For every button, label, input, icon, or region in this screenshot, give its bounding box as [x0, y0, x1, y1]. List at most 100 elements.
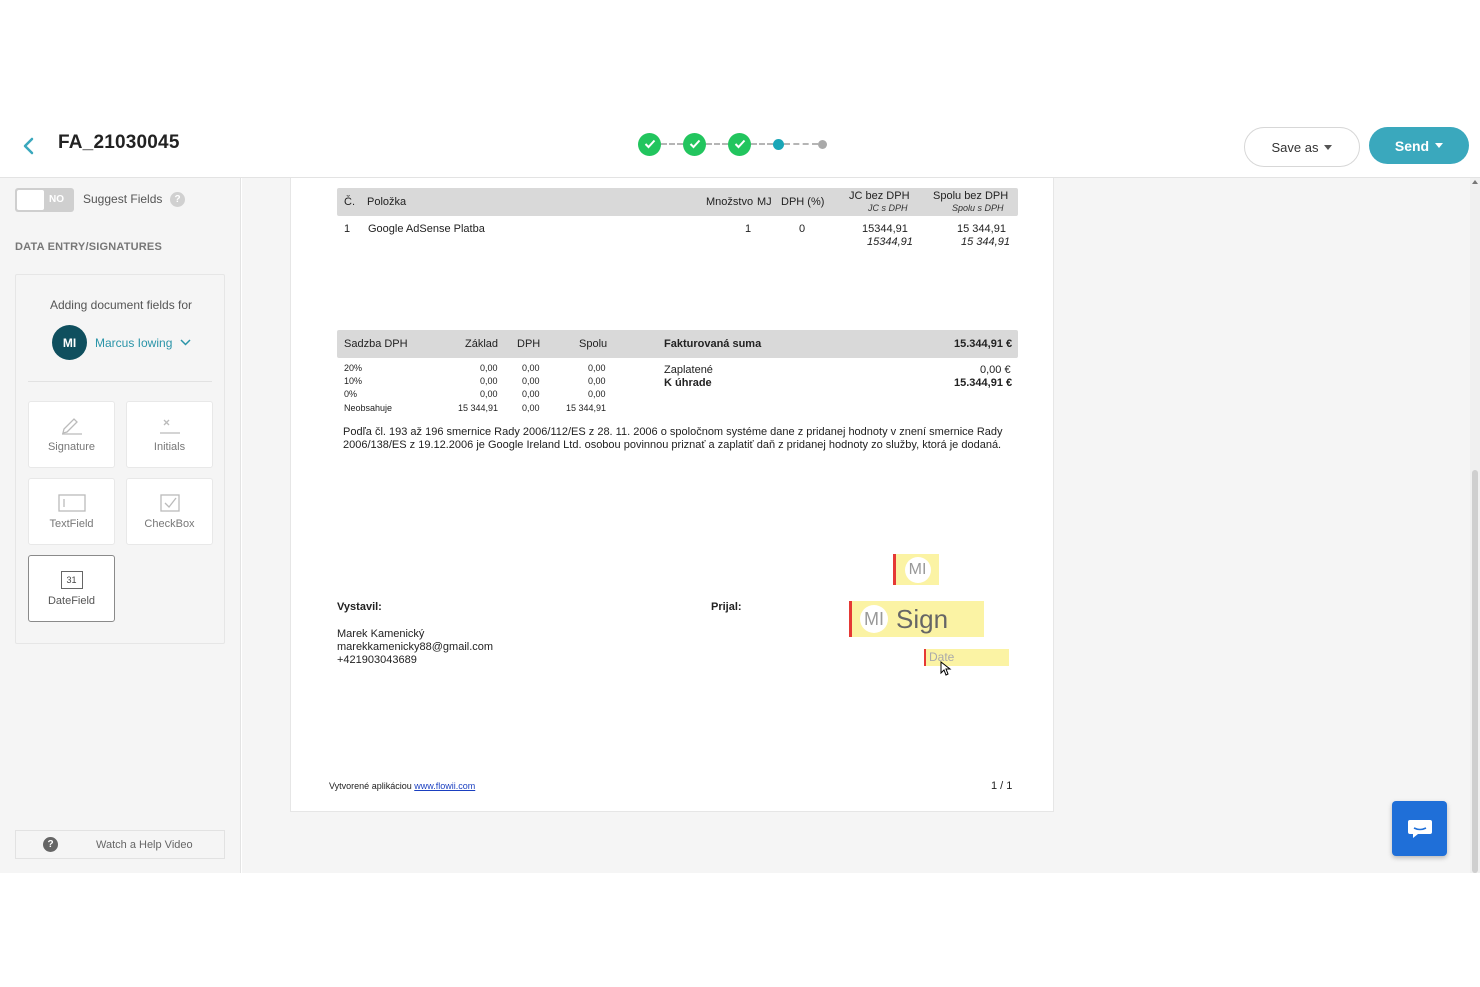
col-header: MJ: [757, 196, 772, 208]
checkbox-tool-button[interactable]: CheckBox: [126, 478, 213, 545]
table-cell: 1: [745, 223, 752, 235]
page-number: 1 / 1: [991, 780, 1013, 792]
footer-link[interactable]: www.flowii.com: [414, 781, 475, 791]
table-cell: 0,00: [522, 376, 540, 386]
issued-by-label: Vystavil:: [337, 601, 382, 613]
fields-panel: Adding document fields for MI Marcus Iow…: [15, 274, 225, 644]
question-icon: ?: [43, 837, 58, 852]
checkbox-icon: [159, 493, 180, 512]
due-label: K úhrade: [664, 377, 712, 389]
calendar-icon: 31: [60, 570, 83, 589]
sign-label: Sign: [896, 603, 949, 634]
suggest-fields-toggle[interactable]: NO: [15, 188, 74, 212]
date-placeholder[interactable]: Date: [924, 649, 1009, 666]
chat-button[interactable]: [1392, 801, 1447, 856]
vat-rate: Neobsahuje: [344, 403, 393, 413]
sidebar: NO Suggest Fields ? DATA ENTRY/SIGNATURE…: [0, 178, 241, 873]
scroll-thumb[interactable]: [1472, 470, 1478, 873]
due-value: 15.344,91 €: [954, 377, 1013, 389]
document-canvas: Č. Položka Množstvo MJ DPH (%) JC bez DP…: [242, 178, 1470, 873]
divider: [28, 381, 212, 382]
step-2-complete-icon: [683, 132, 706, 156]
initials-placeholder[interactable]: MI: [893, 554, 939, 585]
tool-label: Signature: [47, 440, 96, 453]
issuer-contact: Marek Kamenický marekkamenicky88@gmail.c…: [337, 628, 493, 667]
step-5-pending: [818, 139, 827, 149]
col-header: Sadzba DPH: [344, 338, 408, 350]
tool-label: TextField: [49, 517, 94, 530]
table-cell: 15 344,91: [566, 403, 607, 413]
invoiced-sum-label: Fakturovaná suma: [664, 338, 762, 350]
step-connector: [751, 143, 773, 145]
scroll-up-arrow-icon[interactable]: [1472, 180, 1478, 184]
tool-label: Initials: [153, 440, 186, 453]
chevron-down-icon: [1435, 143, 1444, 148]
signature-placeholder[interactable]: MI Sign: [849, 601, 984, 637]
step-1-complete-icon: [638, 132, 661, 156]
app-window: FA_21030045 Save as Send NO Suggest Fiel…: [0, 0, 1480, 987]
table-cell: 1: [344, 223, 351, 235]
step-3-complete-icon: [728, 132, 751, 156]
table-cell: 15344,91: [862, 223, 908, 235]
col-subheader: JC s DPH: [868, 203, 908, 213]
step-connector: [706, 143, 728, 145]
chat-bubble-icon: [1407, 819, 1432, 838]
step-connector: [784, 143, 818, 145]
table-cell: 0,00: [480, 376, 498, 386]
table-cell: 15 344,91: [458, 403, 499, 413]
watch-help-video-button[interactable]: ? Watch a Help Video: [15, 830, 225, 859]
table-cell: 0,00: [588, 376, 606, 386]
issuer-phone: +421903043689: [337, 654, 417, 666]
textfield-tool-button[interactable]: TextField: [28, 478, 115, 545]
document-page: Č. Položka Množstvo MJ DPH (%) JC bez DP…: [290, 178, 1054, 812]
tool-label: DateField: [47, 594, 96, 607]
table-cell: 0,00: [522, 363, 540, 373]
toggle-knob: [17, 190, 44, 210]
table-cell: 0,00: [522, 403, 540, 413]
initials-tool-button[interactable]: Initials: [126, 401, 213, 468]
chevron-down-icon: [1324, 144, 1333, 150]
help-video-label: Watch a Help Video: [96, 838, 193, 851]
signer-name: Marcus Iowing: [95, 335, 173, 350]
col-header: DPH: [517, 338, 541, 350]
initials-circle: MI: [904, 556, 931, 583]
col-subheader: Spolu s DPH: [952, 203, 1004, 213]
col-header: Základ: [465, 338, 499, 350]
table-cell: 0,00: [588, 363, 606, 373]
signer-selector[interactable]: MI Marcus Iowing: [52, 325, 191, 360]
table-cell: 0,00: [588, 389, 606, 399]
help-icon[interactable]: ?: [170, 192, 185, 207]
suggest-fields-label: Suggest Fields: [83, 192, 163, 206]
initials-icon: [159, 419, 180, 434]
vat-summary-header: Sadzba DPH Základ DPH Spolu Fakturovaná …: [337, 330, 1018, 358]
chevron-down-icon: [180, 339, 191, 346]
signature-tool-button[interactable]: Signature: [28, 401, 115, 468]
save-as-button[interactable]: Save as: [1244, 127, 1360, 167]
footer-prefix: Vytvorené aplikáciou: [329, 781, 412, 791]
col-header: Spolu bez DPH: [933, 190, 1009, 202]
datefield-tool-button[interactable]: 31 DateField: [28, 555, 115, 622]
table-cell: 15 344,91: [957, 223, 1006, 235]
adding-fields-label: Adding document fields for: [49, 298, 193, 312]
vat-rate: 0%: [344, 389, 358, 399]
paid-label: Zaplatené: [664, 364, 713, 376]
avatar: MI: [52, 325, 87, 360]
table-cell: 15344,91: [867, 236, 913, 248]
table-cell: Google AdSense Platba: [368, 223, 485, 235]
back-arrow-icon[interactable]: [16, 134, 40, 158]
initials-circle: MI: [860, 605, 888, 633]
footer-note: Vytvorené aplikáciou www.flowii.com: [329, 781, 475, 791]
textfield-icon: [57, 493, 86, 512]
items-table-header: Č. Položka Množstvo MJ DPH (%) JC bez DP…: [337, 188, 1018, 216]
hand-cursor-icon: [940, 661, 952, 676]
paid-value: 0,00 €: [980, 364, 1011, 376]
send-button[interactable]: Send: [1369, 127, 1469, 164]
table-cell: 0: [799, 223, 806, 235]
top-bar: FA_21030045 Save as Send: [0, 118, 1480, 178]
table-cell: 15 344,91: [961, 236, 1010, 248]
section-title: DATA ENTRY/SIGNATURES: [15, 241, 162, 253]
vertical-scrollbar[interactable]: [1470, 178, 1480, 873]
col-header: DPH (%): [781, 196, 825, 208]
table-cell: 0,00: [480, 389, 498, 399]
progress-steps: [638, 132, 827, 156]
